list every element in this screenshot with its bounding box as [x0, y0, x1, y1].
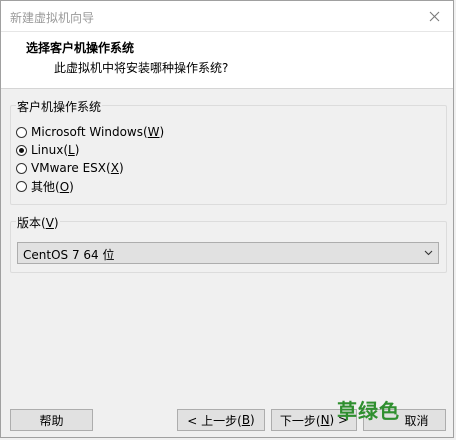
guest-os-group: 客户机操作系统 Microsoft Windows(W) Linux(L) VM… — [10, 98, 447, 205]
radio-option-windows[interactable]: Microsoft Windows(W) — [16, 124, 164, 140]
chevron-down-icon — [424, 250, 433, 256]
back-button[interactable]: < 上一步(B) — [177, 409, 265, 431]
radio-option-linux[interactable]: Linux(L) — [16, 142, 79, 158]
radio-option-other[interactable]: 其他(O) — [16, 178, 74, 194]
radio-button-selected[interactable] — [16, 144, 27, 156]
radio-label: VMware ESX(X) — [31, 161, 124, 175]
wizard-header: 选择客户机操作系统 此虚拟机中将安装哪种操作系统? — [1, 32, 453, 89]
radio-button[interactable] — [16, 180, 27, 192]
close-icon — [429, 11, 439, 21]
version-group-label: 版本(V) — [16, 214, 60, 231]
radio-button[interactable] — [16, 162, 27, 174]
radio-label: Linux(L) — [31, 143, 80, 157]
radio-option-vmware-esx[interactable]: VMware ESX(X) — [16, 160, 124, 176]
version-group: 版本(V) CentOS 7 64 位 — [10, 214, 447, 273]
radio-label: 其他(O) — [31, 179, 74, 194]
guest-os-group-label: 客户机操作系统 — [16, 98, 103, 115]
window-title: 新建虚拟机向导 — [10, 11, 95, 25]
page-subtitle: 此虚拟机中将安装哪种操作系统? — [54, 61, 229, 75]
radio-button[interactable] — [16, 126, 27, 138]
page-title: 选择客户机操作系统 — [26, 41, 135, 55]
radio-label: Microsoft Windows(W) — [31, 125, 165, 139]
version-select[interactable]: CentOS 7 64 位 — [17, 242, 439, 264]
watermark-text: 草绿色 — [337, 399, 400, 423]
version-select-value: CentOS 7 64 位 — [23, 248, 115, 262]
title-bar: 新建虚拟机向导 — [1, 1, 453, 32]
close-button[interactable] — [421, 4, 447, 28]
help-button[interactable]: 帮助 — [10, 409, 93, 431]
new-vm-wizard-window: 新建虚拟机向导 选择客户机操作系统 此虚拟机中将安装哪种操作系统? 客户机操作系… — [0, 0, 454, 438]
